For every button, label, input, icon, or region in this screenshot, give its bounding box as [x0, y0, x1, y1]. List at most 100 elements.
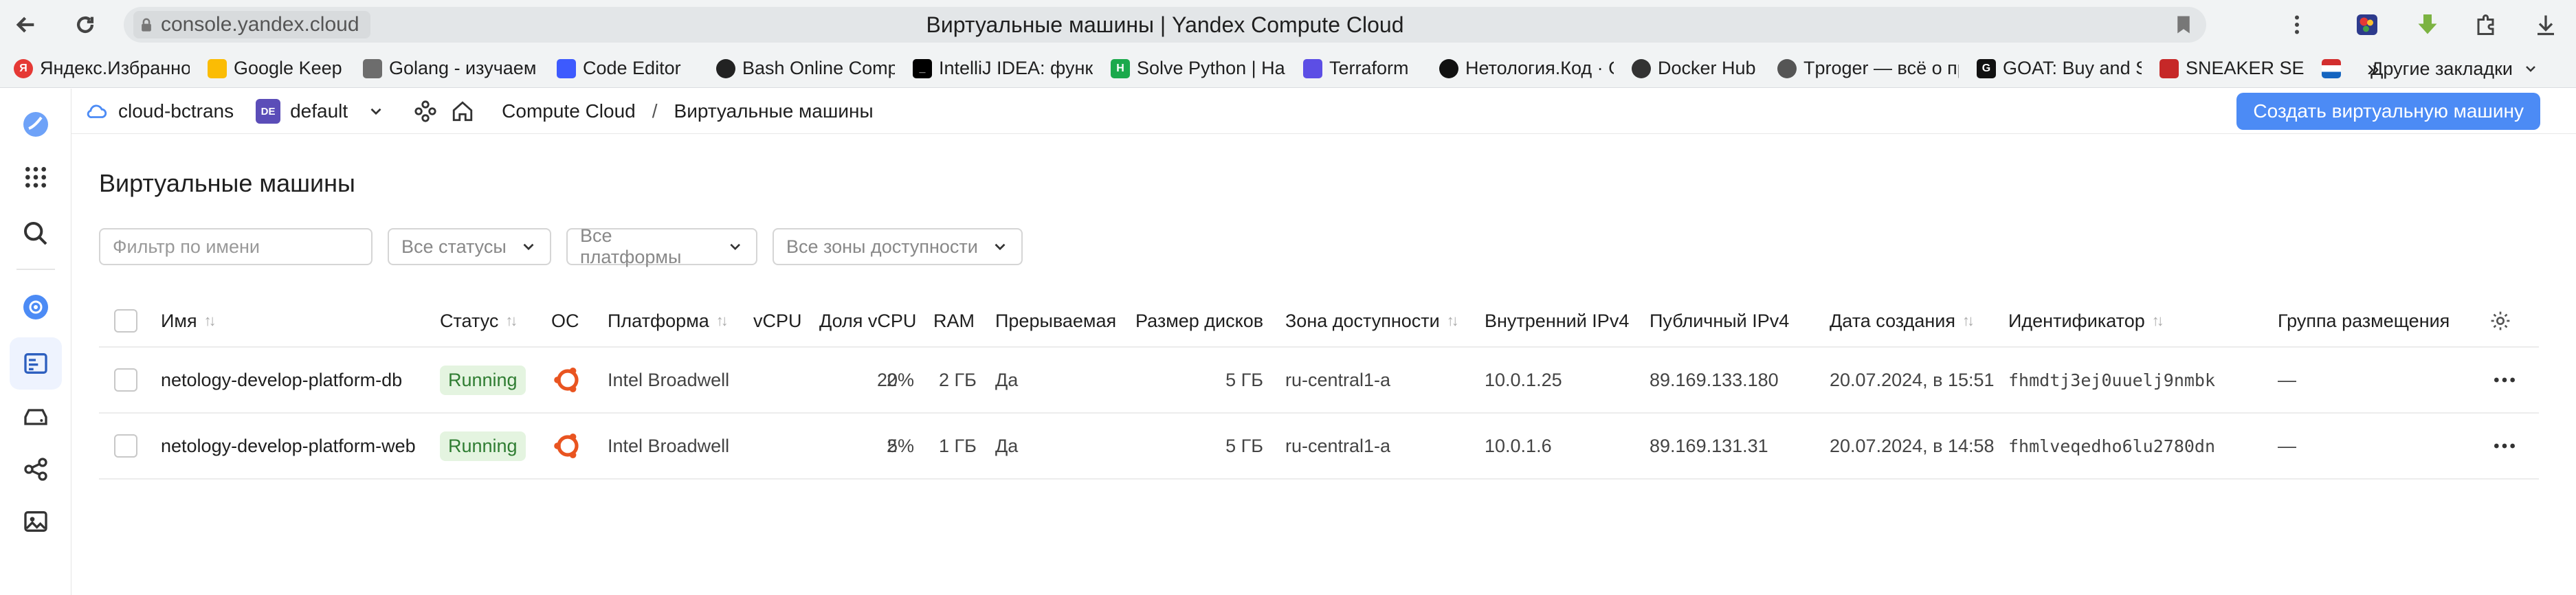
gopher-icon	[363, 58, 382, 78]
col-created[interactable]: Дата создания ↑↓	[1830, 295, 1975, 346]
bookmark-item[interactable]: _ IntelliJ IDEA: функ	[913, 55, 1093, 82]
preemptible: Да	[995, 435, 1019, 456]
search-button[interactable]	[10, 207, 62, 260]
row-actions-button[interactable]	[2491, 414, 2518, 478]
folder-name[interactable]: default	[290, 100, 348, 122]
extension-download-green[interactable]	[2408, 5, 2447, 44]
zone-select[interactable]: Все зоны доступности	[773, 228, 1023, 265]
disk-size: 5 ГБ	[1225, 369, 1263, 390]
bookmarks-bar: Я Яндекс.Избранное Google Keep Golang - …	[0, 49, 2576, 88]
vm-name[interactable]: netology-develop-platform-db	[161, 348, 402, 412]
internal-ip: 10.0.1.25	[1485, 369, 1562, 390]
github-icon	[1439, 58, 1458, 78]
select-all-checkbox[interactable]	[114, 295, 137, 346]
sidebar-item-vms[interactable]	[10, 337, 62, 390]
created-date: 20.07.2024, в 15:51	[1830, 369, 1995, 390]
bookmark-icon[interactable]	[2173, 14, 2194, 35]
vcpu-share: 20%	[876, 369, 914, 390]
other-bookmarks[interactable]: Другие закладки	[2370, 55, 2539, 82]
vm-id: fhmdtj3ej0uuelj9nmbk	[2008, 370, 2216, 390]
table-row[interactable]: netology-develop-platform-db Running Int…	[99, 348, 2539, 414]
breadcrumb-service[interactable]: Compute Cloud	[502, 100, 636, 122]
browser-toolbar: console.yandex.cloud Виртуальные машины …	[0, 0, 2576, 49]
share-icon	[24, 458, 47, 481]
services-button[interactable]	[10, 151, 62, 203]
bookmark-item[interactable]: Code Editor	[557, 55, 698, 82]
preemptible: Да	[995, 369, 1019, 390]
col-zone[interactable]: Зона доступности ↑↓	[1285, 295, 1459, 346]
more-horizontal-icon	[2494, 377, 2515, 383]
ram: 2 ГБ	[939, 369, 977, 390]
tab-title: Виртуальные машины | Yandex Compute Clou…	[926, 12, 1404, 37]
puzzle-icon	[2477, 14, 2494, 35]
internal-ip: 10.0.1.6	[1485, 435, 1552, 456]
home-icon[interactable]	[451, 100, 474, 123]
cloud-name[interactable]: cloud-bctrans	[118, 100, 234, 122]
row-checkbox[interactable]	[114, 414, 137, 478]
bookmark-item[interactable]: Bash Online Comp	[716, 55, 895, 82]
col-platform[interactable]: Платформа ↑↓	[608, 295, 729, 346]
sidebar-item-images[interactable]	[10, 495, 62, 548]
bookmark-item[interactable]: SNEAKER SE	[2159, 55, 2304, 82]
bookmark-item[interactable]: H Solve Python | Hac	[1111, 55, 1285, 82]
download-arrow-icon	[2418, 14, 2437, 34]
sidebar-item-groups[interactable]	[10, 443, 62, 495]
ram: 1 ГБ	[939, 435, 977, 456]
address-bar[interactable]: console.yandex.cloud Виртуальные машины …	[124, 7, 2206, 43]
bookmark-item[interactable]: Tproger — всё о пр	[1777, 55, 1959, 82]
zone: ru-central1-a	[1285, 369, 1391, 390]
table-header: Имя ↑↓ Статус ↑↓ ОС Платформа ↑↓ vCPU Доля …	[99, 295, 2539, 348]
arrow-left-icon	[16, 16, 34, 33]
shield-icon	[557, 58, 576, 78]
platform-select[interactable]: Все платформы	[566, 225, 757, 267]
extension-icon	[2357, 14, 2377, 35]
sort-icon: ↑↓	[203, 312, 216, 329]
bookmark-item[interactable]: Terraform	[1303, 55, 1421, 82]
sidebar-divider	[16, 269, 55, 270]
breadcrumb-current: Виртуальные машины	[674, 100, 874, 122]
col-status[interactable]: Статус ↑↓	[440, 295, 518, 346]
back-button[interactable]	[7, 5, 45, 44]
table-row[interactable]: netology-develop-platform-web Running In…	[99, 414, 2539, 480]
bookmark-item[interactable]: Google Keep	[208, 55, 345, 82]
status-select[interactable]: Все статусы	[388, 228, 551, 265]
create-vm-button[interactable]: Создать виртуальную машину	[2236, 93, 2540, 130]
url-chip[interactable]: console.yandex.cloud	[133, 11, 370, 38]
filters-bar: Фильтр по имени Все статусы Все платформ…	[99, 225, 1038, 267]
bookmark-item[interactable]: Golang - изучаем	[363, 55, 539, 82]
more-horizontal-icon	[2494, 443, 2515, 449]
bookmark-item[interactable]: Я Яндекс.Избранное	[14, 55, 190, 82]
sidebar-item-disks[interactable]	[10, 391, 62, 443]
yandex-icon: Я	[14, 58, 33, 78]
server-icon	[24, 353, 47, 374]
name-filter-input[interactable]: Фильтр по имени	[99, 228, 373, 265]
sort-icon: ↑↓	[1962, 312, 1975, 329]
bookmark-item[interactable]: Docker Hub	[1632, 55, 1759, 82]
bookmark-item[interactable]: G GOAT: Buy and Se	[1977, 55, 2142, 82]
column-settings-button[interactable]	[2489, 295, 2511, 346]
gear-icon	[23, 295, 48, 319]
gear-icon	[2491, 311, 2510, 330]
nodes-icon[interactable]	[414, 100, 437, 123]
ubuntu-icon	[551, 414, 584, 478]
menu-button[interactable]	[2278, 5, 2316, 44]
extensions-button[interactable]	[2467, 5, 2506, 44]
chevron-down-icon[interactable]	[367, 102, 385, 120]
row-checkbox[interactable]	[114, 348, 137, 412]
docker-icon	[1632, 58, 1651, 78]
bookmark-flag[interactable]	[2322, 55, 2349, 82]
sort-icon: ↑↓	[505, 312, 518, 329]
col-id[interactable]: Идентификатор ↑↓	[2008, 295, 2164, 346]
downloads-button[interactable]	[2527, 5, 2565, 44]
row-actions-button[interactable]	[2491, 348, 2518, 412]
yandex-cloud-logo[interactable]	[10, 98, 62, 150]
extension-colorful[interactable]	[2348, 5, 2386, 44]
vcpu-share: 5%	[887, 435, 914, 456]
col-vcpu-share: Доля vCPU	[819, 310, 917, 331]
vm-name[interactable]: netology-develop-platform-web	[161, 414, 416, 478]
reload-button[interactable]	[66, 5, 104, 44]
bookmark-item[interactable]: Нетология.Код · G	[1439, 55, 1614, 82]
col-name[interactable]: Имя ↑↓	[161, 295, 216, 346]
compute-cloud-button[interactable]	[10, 281, 62, 333]
download-icon	[2538, 15, 2554, 36]
